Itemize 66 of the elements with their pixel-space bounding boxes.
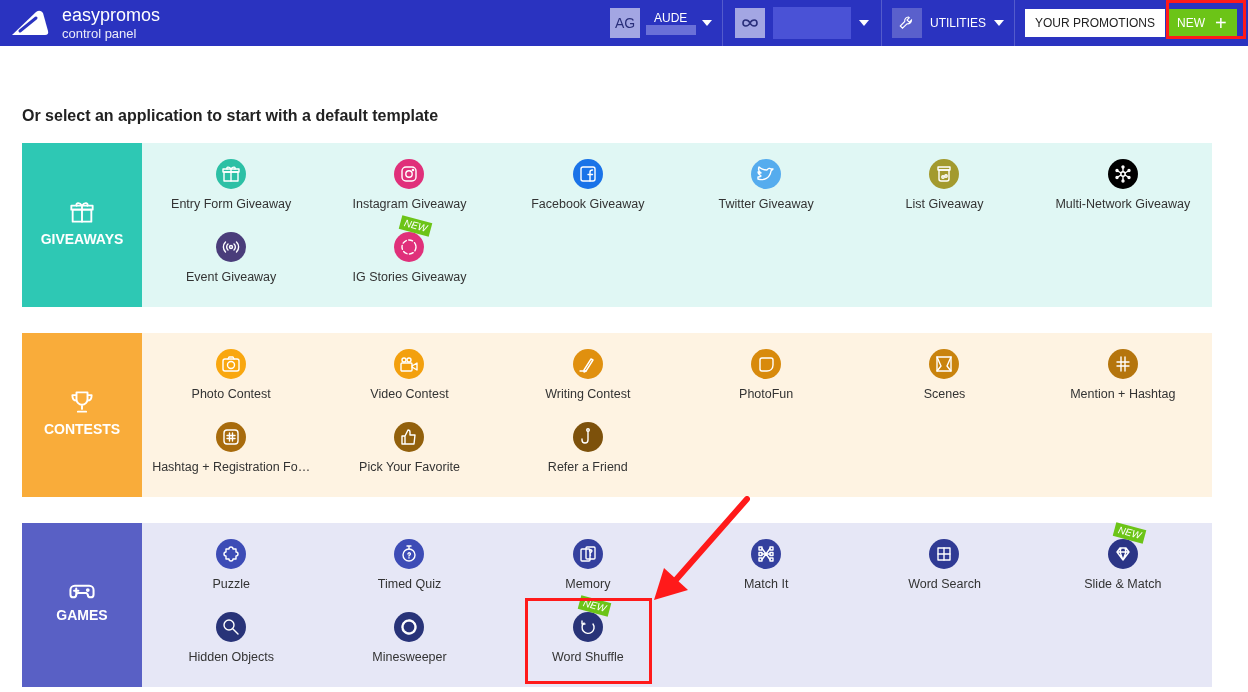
app-name[interactable]: Word Shuffle (551, 647, 624, 667)
magnifier-icon[interactable] (216, 611, 247, 642)
category-title: GIVEAWAYS (40, 229, 124, 249)
puzzle-icon[interactable] (216, 539, 247, 569)
new-badge: NEW (399, 214, 434, 237)
app-name[interactable]: Multi-Network Giveaway (1055, 195, 1191, 214)
camera-icon[interactable] (394, 159, 425, 189)
jar-icon[interactable] (929, 159, 960, 189)
app-name[interactable]: Match It (743, 575, 789, 594)
app-name[interactable]: Photo Contest (191, 385, 271, 404)
app-name[interactable]: Event Giveaway (186, 267, 277, 287)
trophy-icon (71, 390, 93, 413)
app-name[interactable]: Pick Your Favorite (359, 457, 460, 477)
network-icon[interactable] (1107, 159, 1138, 189)
f-logo-icon[interactable] (572, 159, 603, 189)
app-name[interactable]: Writing Contest (545, 385, 631, 404)
account-name: AUDE (653, 11, 689, 25)
app-name[interactable]: Word Search (908, 575, 981, 594)
category-title: GAMES (56, 606, 108, 625)
caret-icon[interactable] (702, 20, 712, 26)
app-name[interactable]: Facebook Giveaway (531, 195, 645, 214)
brand-subtitle: control panel (62, 27, 138, 40)
app-name[interactable]: Video Contest (370, 385, 449, 404)
thumbs-up-icon[interactable] (394, 421, 425, 452)
gamepad-icon (69, 584, 95, 599)
hashtag-icon[interactable] (1107, 349, 1138, 379)
broadcast-icon[interactable] (216, 231, 247, 262)
stopwatch-icon[interactable] (394, 539, 425, 569)
dashed-circle-icon[interactable] (394, 231, 425, 262)
photo-icon[interactable] (751, 349, 782, 379)
grid-icon[interactable] (929, 539, 960, 569)
new-badge: NEW (1112, 522, 1147, 544)
utilities-menu[interactable]: UTILITIES (930, 14, 986, 32)
ring-icon[interactable] (394, 611, 425, 642)
nodes-icon[interactable] (751, 539, 782, 569)
cards-icon[interactable] (572, 539, 603, 569)
frame-icon[interactable] (929, 349, 960, 379)
app-name[interactable]: Instagram Giveaway (352, 195, 467, 214)
caret-icon[interactable] (994, 20, 1004, 26)
app-name[interactable]: Memory (565, 575, 611, 594)
app-name[interactable]: Slide & Match (1084, 575, 1162, 594)
infinity-icon[interactable] (735, 8, 765, 38)
hashtag-icon[interactable] (216, 421, 247, 452)
app-name[interactable]: Refer a Friend (547, 457, 628, 477)
section-heading: Or select an application to start with a default template (22, 106, 440, 126)
app-name[interactable]: Hashtag + Registration Fo… (152, 457, 311, 477)
wrench-icon[interactable] (892, 8, 922, 38)
app-name[interactable]: Minesweeper (372, 647, 447, 667)
app-name[interactable]: Entry Form Giveaway (171, 195, 292, 214)
brand-name: easypromos (62, 6, 161, 24)
blurred-text (646, 25, 696, 35)
gift-icon (70, 200, 94, 223)
app-name[interactable]: Twitter Giveaway (718, 195, 814, 214)
category-title: CONTESTS (43, 419, 121, 439)
app-name[interactable]: Timed Quiz (377, 575, 442, 594)
caret-icon[interactable] (859, 20, 869, 26)
app-name[interactable]: List Giveaway (905, 195, 984, 214)
app-name[interactable]: Hidden Objects (188, 647, 274, 667)
promotions-button[interactable]: YOUR PROMOTIONS (1025, 9, 1166, 37)
app-name[interactable]: IG Stories Giveaway (352, 267, 467, 287)
hook-icon[interactable] (572, 421, 603, 452)
app-name[interactable]: Puzzle (212, 575, 250, 594)
app-name[interactable]: Scenes (923, 385, 966, 404)
avatar-initials: AG (610, 8, 640, 38)
app-name[interactable]: PhotoFun (739, 385, 794, 404)
app-name[interactable]: Mention + Hashtag (1070, 385, 1176, 404)
